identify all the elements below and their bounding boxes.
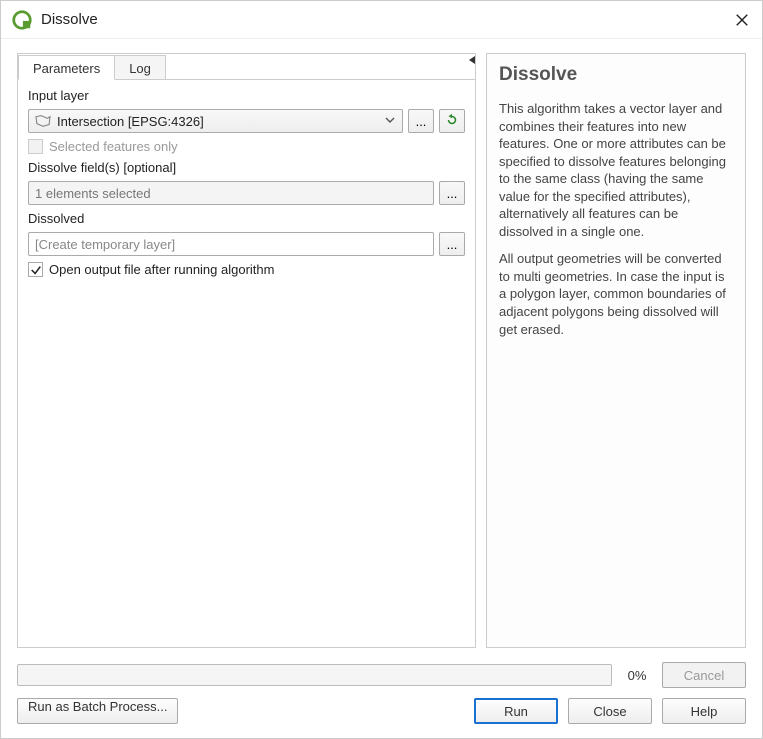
- tab-parameters[interactable]: Parameters: [18, 55, 115, 80]
- triangle-left-icon: [467, 55, 477, 65]
- button-row: Run as Batch Process... Run Close Help: [17, 698, 746, 724]
- polygon-icon: [33, 113, 53, 129]
- help-button[interactable]: Help: [662, 698, 746, 724]
- browse-dots: ...: [416, 114, 427, 129]
- titlebar: Dissolve: [1, 1, 762, 39]
- tabs: Parameters Log: [18, 53, 475, 79]
- run-button[interactable]: Run: [474, 698, 558, 724]
- dissolved-output-input[interactable]: [Create temporary layer]: [28, 232, 434, 256]
- help-pane: Dissolve This algorithm takes a vector l…: [486, 53, 746, 648]
- dissolved-browse-button[interactable]: ...: [439, 232, 465, 256]
- progress-row: 0% Cancel: [17, 662, 746, 688]
- browse-dots: ...: [447, 237, 458, 252]
- help-title: Dissolve: [499, 64, 733, 86]
- open-output-row[interactable]: Open output file after running algorithm: [28, 262, 465, 277]
- dissolve-fields-browse-button[interactable]: ...: [439, 181, 465, 205]
- close-button[interactable]: [732, 10, 752, 30]
- dissolved-label: Dissolved: [28, 211, 465, 226]
- dialog-window: Dissolve Parameters Log Input layer: [0, 0, 763, 739]
- input-layer-value: Intersection [EPSG:4326]: [57, 114, 204, 129]
- dissolve-fields-value: 1 elements selected: [35, 186, 151, 201]
- progress-bar: [17, 664, 612, 686]
- input-layer-browse-button[interactable]: ...: [408, 109, 434, 133]
- qgis-icon: [11, 9, 33, 31]
- input-layer-dropdown[interactable]: Intersection [EPSG:4326]: [28, 109, 403, 133]
- chevron-down-icon: [384, 114, 396, 129]
- progress-percent: 0%: [622, 668, 652, 683]
- help-paragraph-2: All output geometries will be converted …: [499, 250, 733, 338]
- tab-content: Input layer Intersection [EPSG:4326]: [18, 79, 475, 647]
- open-output-checkbox[interactable]: [28, 262, 43, 277]
- collapse-help-button[interactable]: [467, 52, 477, 62]
- open-output-label: Open output file after running algorithm: [49, 262, 274, 277]
- cancel-button: Cancel: [662, 662, 746, 688]
- browse-dots: ...: [447, 186, 458, 201]
- selected-features-label: Selected features only: [49, 139, 178, 154]
- tab-log[interactable]: Log: [114, 55, 166, 80]
- close-dialog-button[interactable]: Close: [568, 698, 652, 724]
- close-icon: [735, 13, 749, 27]
- selected-features-row: Selected features only: [28, 139, 465, 154]
- dissolve-fields-box: 1 elements selected: [28, 181, 434, 205]
- content-area: Parameters Log Input layer Intersection …: [1, 39, 762, 656]
- batch-button[interactable]: Run as Batch Process...: [17, 698, 178, 724]
- iterate-icon: [445, 113, 459, 130]
- input-layer-label: Input layer: [28, 88, 465, 103]
- help-paragraph-1: This algorithm takes a vector layer and …: [499, 100, 733, 240]
- bottom-bar: 0% Cancel Run as Batch Process... Run Cl…: [1, 656, 762, 738]
- check-icon: [30, 264, 42, 276]
- parameters-pane: Parameters Log Input layer Intersection …: [17, 53, 476, 648]
- dissolve-fields-label: Dissolve field(s) [optional]: [28, 160, 465, 175]
- window-title: Dissolve: [41, 11, 732, 28]
- iterate-button[interactable]: [439, 109, 465, 133]
- dissolved-placeholder: [Create temporary layer]: [35, 237, 175, 252]
- selected-features-checkbox: [28, 139, 43, 154]
